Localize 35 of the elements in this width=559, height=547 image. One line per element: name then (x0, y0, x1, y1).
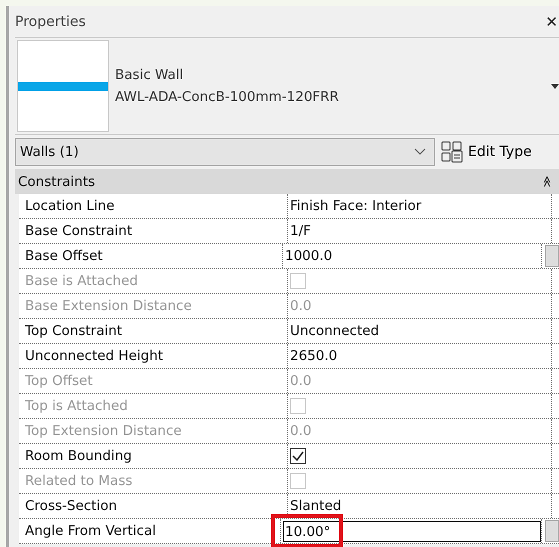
chevron-down-icon[interactable] (414, 148, 426, 156)
property-label: Angle From Vertical (19, 519, 281, 543)
property-label: Room Bounding (19, 444, 288, 468)
family-name: Basic Wall (115, 66, 184, 85)
property-label: Base is Attached (19, 269, 288, 293)
edit-type-button[interactable]: Edit Type (441, 141, 559, 163)
value-button[interactable] (545, 245, 559, 267)
dropdown-arrow-icon[interactable] (551, 84, 559, 88)
property-label: Base Offset (19, 244, 283, 268)
property-value[interactable]: 2650.0 (290, 348, 338, 364)
group-header[interactable]: Constraints ≫ (15, 169, 559, 194)
property-label: Unconnected Height (19, 344, 288, 368)
property-value[interactable]: Finish Face: Interior (290, 198, 422, 214)
property-label: Related to Mass (19, 469, 288, 493)
property-label: Location Line (19, 194, 288, 218)
value-input[interactable]: 10.00° (283, 520, 541, 542)
property-label: Top Constraint (19, 319, 288, 343)
property-label: Base Constraint (19, 219, 288, 243)
type-name: AWL-ADA-ConcB-100mm-120FRR (115, 88, 340, 107)
close-button[interactable]: ✕ (545, 12, 558, 30)
value-button[interactable] (545, 520, 559, 542)
filter-dropdown[interactable]: Walls (1) (15, 138, 435, 166)
panel-title: Properties (15, 14, 86, 30)
property-value[interactable]: 1/F (290, 223, 311, 239)
property-label: Top is Attached (19, 394, 288, 418)
property-label: Base Extension Distance (19, 294, 288, 318)
property-value[interactable]: Unconnected (290, 323, 380, 339)
property-label: Cross-Section (19, 494, 288, 518)
property-label: Top Offset (19, 369, 288, 393)
wall-preview-icon (17, 40, 109, 132)
property-label: Top Extension Distance (19, 419, 288, 443)
edit-type-icon (441, 141, 463, 163)
property-value[interactable]: Slanted (290, 498, 342, 514)
property-value[interactable]: 1000.0 (284, 248, 332, 264)
checkbox[interactable] (290, 448, 306, 464)
